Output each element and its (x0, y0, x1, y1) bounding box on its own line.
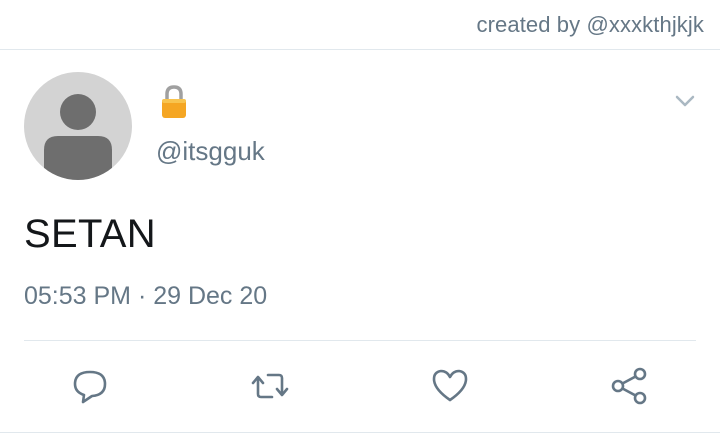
user-handle[interactable]: @itsgguk (156, 136, 265, 167)
tweet-timestamp[interactable]: 05:53 PM · 29 Dec 20 (24, 282, 267, 311)
chevron-down-icon[interactable] (672, 88, 698, 114)
share-icon (611, 367, 647, 405)
comment-icon (73, 370, 107, 404)
tweet-screenshot: created by @xxxkthjkjk @itsgguk SETAN 05… (0, 0, 720, 447)
actions-divider (24, 340, 696, 341)
credit-text: created by @xxxkthjkjk (476, 12, 704, 37)
retweet-button[interactable] (250, 366, 290, 406)
tweet-text: SETAN (24, 212, 156, 256)
default-avatar-icon (44, 94, 112, 180)
share-button[interactable] (610, 366, 650, 406)
reply-button[interactable] (70, 366, 110, 406)
lock-icon (158, 84, 190, 120)
bottom-divider (0, 432, 720, 433)
retweet-icon (251, 373, 289, 399)
like-button[interactable] (430, 366, 470, 406)
heart-icon (432, 369, 468, 402)
avatar[interactable] (24, 72, 132, 180)
top-divider (0, 49, 720, 50)
